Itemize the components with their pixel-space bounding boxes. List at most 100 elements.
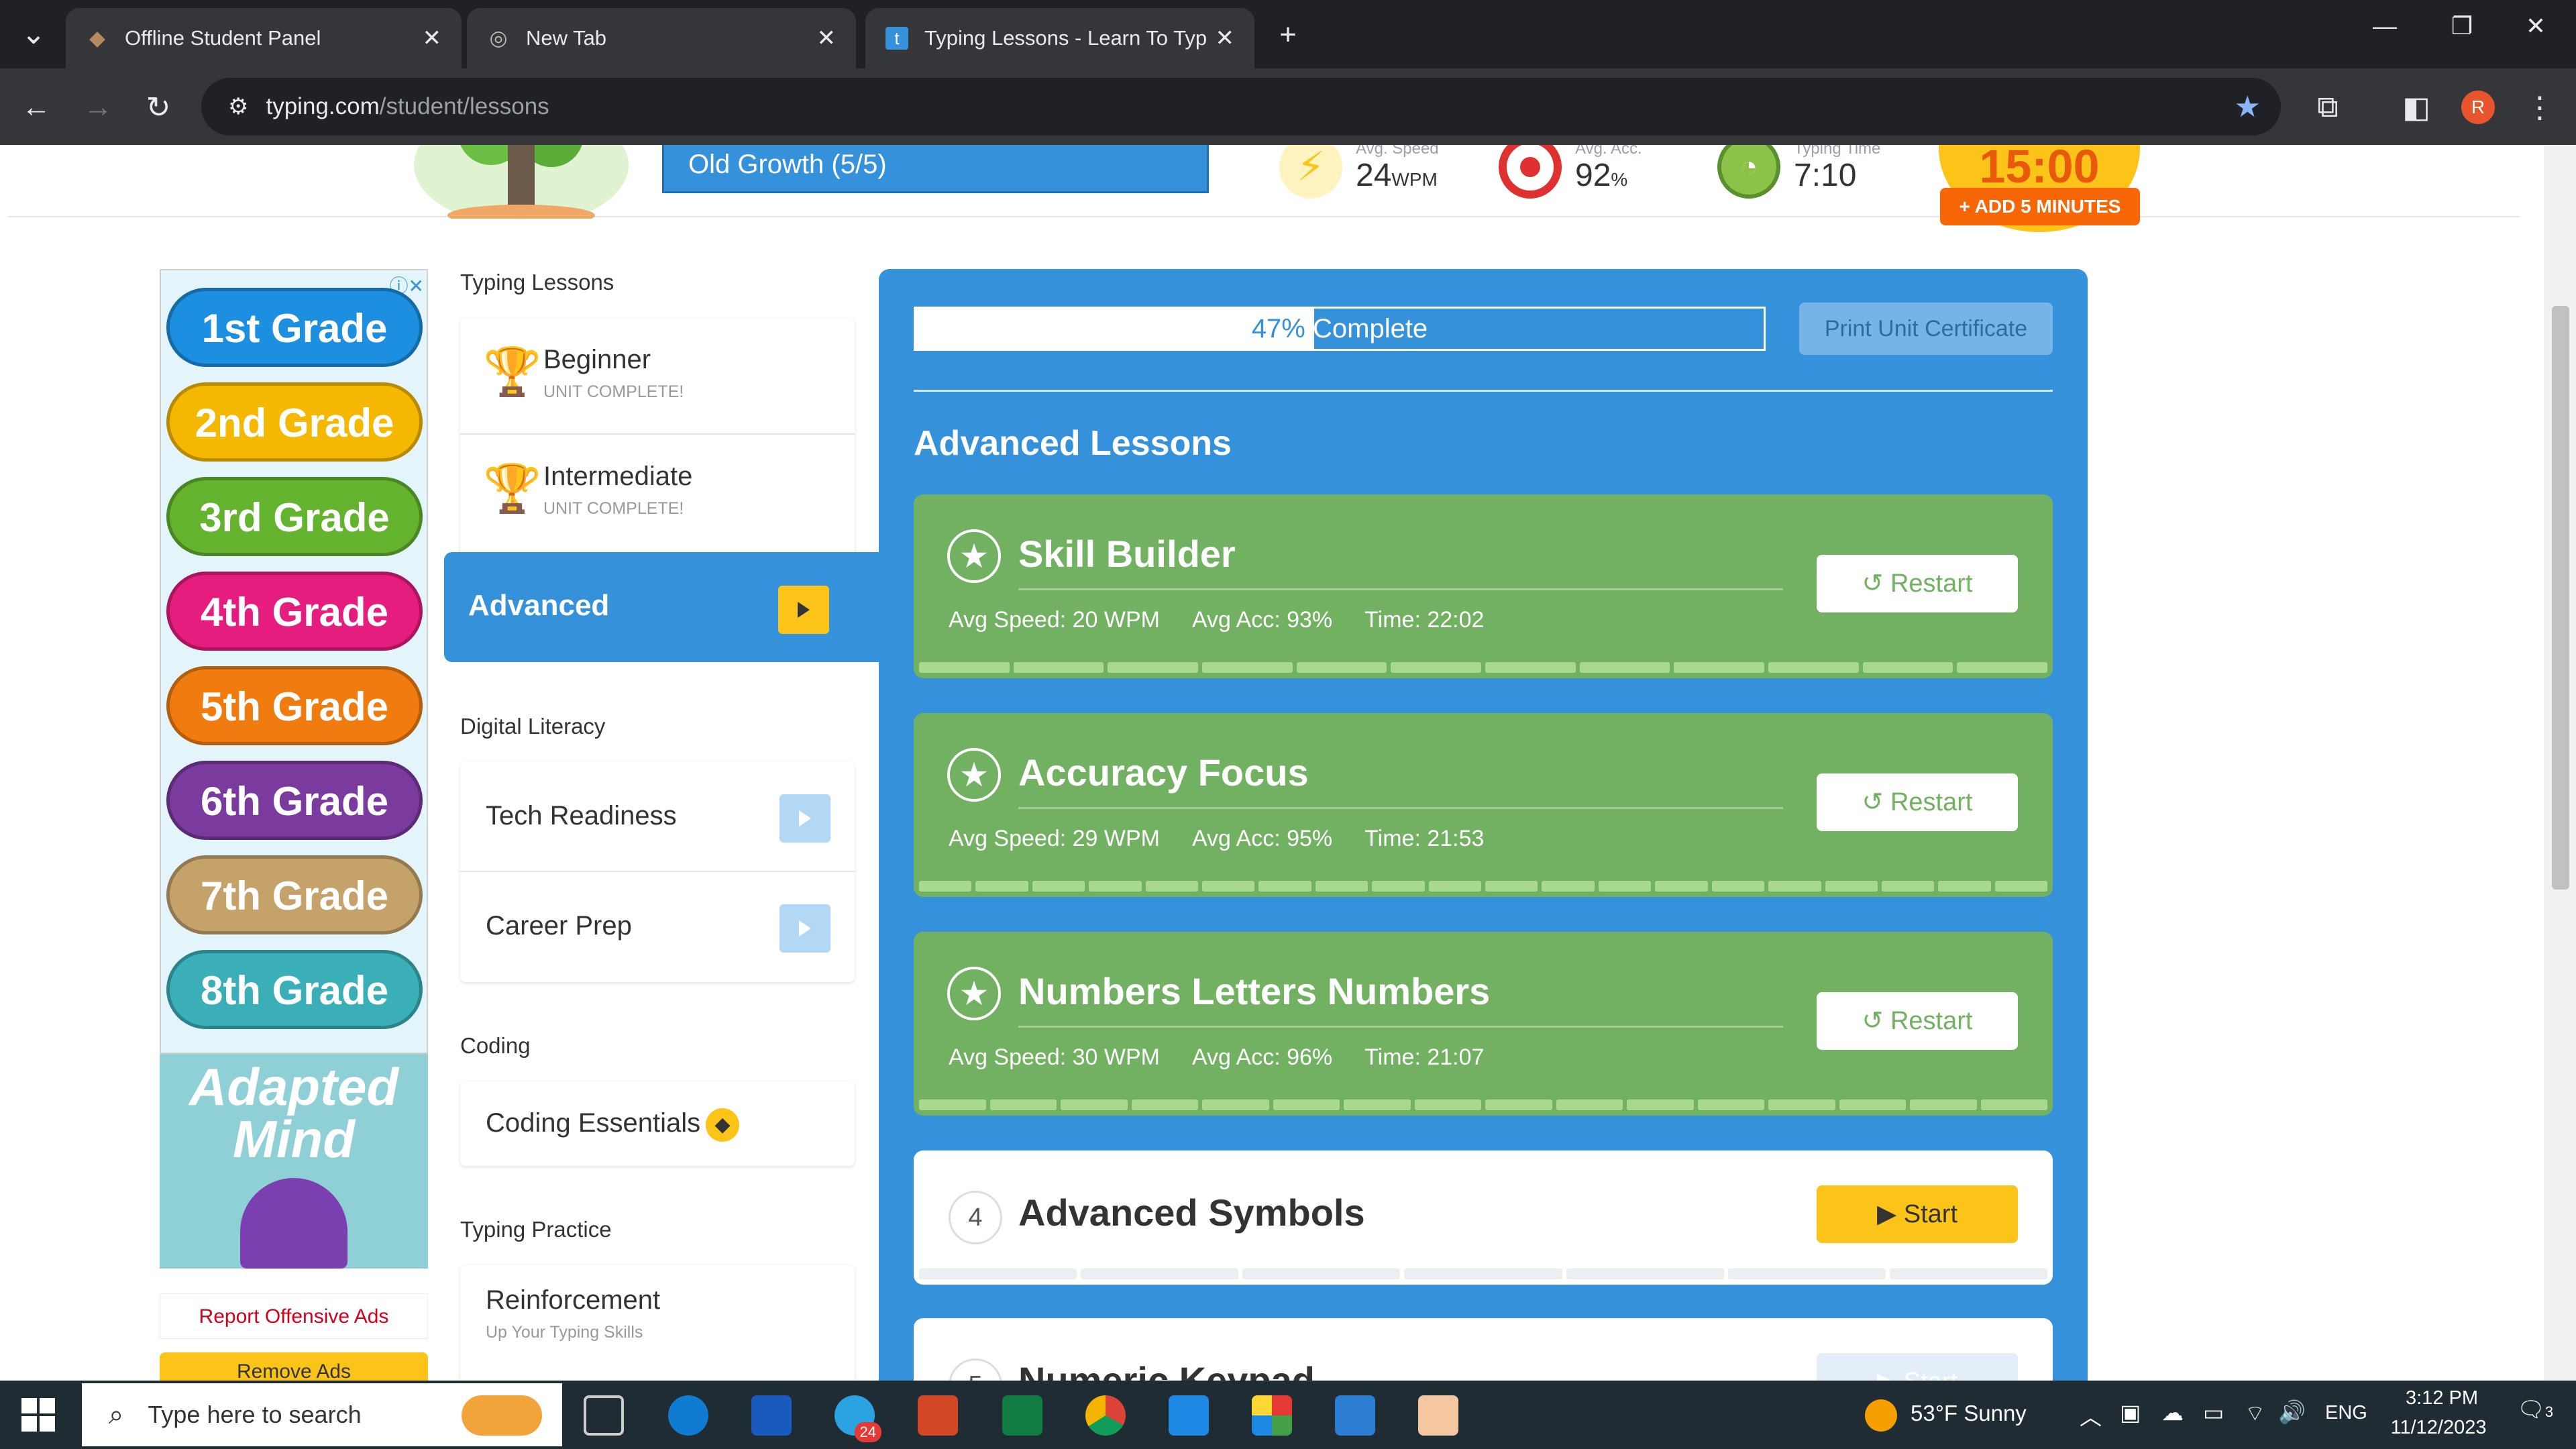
bookmark-star-icon[interactable]: ★ bbox=[2235, 90, 2261, 124]
browser-toolbar: ← → ↻ ⚙ typing.com/student/lessons ★ ⧉ ◧… bbox=[0, 68, 2576, 145]
tray-chevron-icon[interactable]: ︿ bbox=[2080, 1399, 2102, 1432]
new-tab-icon[interactable]: + bbox=[1268, 15, 1308, 55]
tab-offline-student-panel[interactable]: ◆ Offline Student Panel ✕ bbox=[66, 8, 462, 68]
tab-new-tab[interactable]: ◎ New Tab ✕ bbox=[467, 8, 856, 68]
meet-now-icon[interactable]: ▣ bbox=[2120, 1399, 2141, 1426]
stat-label: Avg. Speed bbox=[1356, 145, 1439, 158]
grade-ad-pill[interactable]: 7th Grade bbox=[166, 855, 423, 934]
lesson-acc: Avg Acc: 95% bbox=[1191, 826, 1333, 851]
lesson-speed: Avg Speed: 20 WPM bbox=[949, 607, 1160, 633]
stat-unit: % bbox=[1611, 168, 1628, 190]
close-tab-icon[interactable]: ✕ bbox=[1216, 25, 1235, 52]
site-info-icon[interactable]: ⚙ bbox=[228, 93, 248, 120]
report-ads-link[interactable]: Report Offensive Ads bbox=[160, 1293, 428, 1339]
telegram-icon[interactable]: 24 bbox=[835, 1395, 881, 1442]
nav-item-label: Coding Essentials bbox=[486, 1108, 701, 1138]
adapted-mind-ad[interactable]: Adapted Mind bbox=[160, 1054, 428, 1269]
nav-item-coding-essentials[interactable]: Coding Essentials ◆ bbox=[460, 1081, 855, 1166]
grade-ad-pill[interactable]: 6th Grade bbox=[166, 761, 423, 840]
grade-ad-banner[interactable]: ⓘ✕ 1st Grade 2nd Grade 3rd Grade 4th Grade 5… bbox=[160, 269, 428, 1054]
excel-icon[interactable] bbox=[1002, 1395, 1042, 1436]
chrome-icon[interactable] bbox=[1085, 1395, 1126, 1436]
restart-label: Restart bbox=[1890, 788, 1973, 816]
nav-item-tech-readiness[interactable]: Tech Readiness bbox=[460, 762, 855, 872]
calendar-icon[interactable] bbox=[1169, 1395, 1209, 1436]
onedrive-icon[interactable]: ☁ bbox=[2161, 1399, 2184, 1426]
grade-ad-pill[interactable]: 3rd Grade bbox=[166, 477, 423, 556]
grade-ad-pill[interactable]: 5th Grade bbox=[166, 666, 423, 745]
lesson-card[interactable]: 5 Numeric Keypad ▶ Start bbox=[914, 1318, 2053, 1381]
lesson-time: Time: 21:07 bbox=[1364, 1044, 1485, 1070]
back-icon[interactable]: ← bbox=[16, 87, 56, 127]
print-certificate-button[interactable]: Print Unit Certificate bbox=[1799, 303, 2053, 355]
weather-text[interactable]: 53°F Sunny bbox=[1911, 1401, 2027, 1426]
start-button[interactable]: ▶ Start bbox=[1817, 1185, 2018, 1243]
edge-icon[interactable] bbox=[668, 1395, 708, 1436]
restart-icon: ↺ bbox=[1862, 570, 1890, 598]
start-button[interactable]: ▶ Start bbox=[1817, 1353, 2018, 1381]
windows-taskbar: ⌕ Type here to search 24 53°F Sunny ︿ ▣ … bbox=[0, 1381, 2576, 1449]
reload-icon[interactable]: ↻ bbox=[138, 87, 178, 127]
star-icon: ★ bbox=[947, 529, 1001, 583]
grade-ad-pill[interactable]: 1st Grade bbox=[166, 288, 423, 367]
wifi-icon[interactable]: ⌔ bbox=[2245, 1399, 2265, 1427]
avg-speed-stat: ⚡ Avg. Speed 24WPM bbox=[1279, 145, 1439, 199]
notifications-icon[interactable]: 🗨3 bbox=[2517, 1397, 2553, 1423]
address-bar[interactable]: ⚙ typing.com/student/lessons ★ bbox=[201, 78, 2281, 136]
lesson-card[interactable]: ★ Accuracy Focus Avg Speed: 29 WPM Avg Ac… bbox=[914, 713, 2053, 897]
nav-item-beginner[interactable]: 🏆 Beginner UNIT COMPLETE! bbox=[460, 318, 855, 435]
extensions-icon[interactable]: ⧉ bbox=[2308, 87, 2348, 127]
stats-header: Old Growth (5/5) ⚡ Avg. Speed 24WPM Avg.… bbox=[8, 145, 2520, 232]
forward-icon[interactable]: → bbox=[78, 87, 118, 127]
clock-date[interactable]: 11/12/2023 bbox=[2378, 1417, 2499, 1439]
add-minutes-button[interactable]: + ADD 5 MINUTES bbox=[1940, 188, 2140, 225]
lightning-icon: ⚡ bbox=[1279, 145, 1342, 199]
powerpoint-icon[interactable] bbox=[918, 1395, 958, 1436]
close-tab-icon[interactable]: ✕ bbox=[423, 25, 442, 52]
nav-item-career-prep[interactable]: Career Prep bbox=[460, 872, 855, 982]
grade-ad-pill[interactable]: 4th Grade bbox=[166, 572, 423, 651]
clock-time[interactable]: 3:12 PM bbox=[2388, 1387, 2496, 1409]
restore-icon[interactable]: ❐ bbox=[2428, 12, 2496, 40]
word-icon[interactable] bbox=[751, 1395, 792, 1436]
task-view-icon[interactable] bbox=[584, 1395, 624, 1436]
play-icon: ▶ bbox=[1876, 1200, 1904, 1228]
nav-item-reinforcement[interactable]: Reinforcement Up Your Typing Skills bbox=[460, 1265, 855, 1381]
lesson-speed: Avg Speed: 30 WPM bbox=[949, 1044, 1160, 1070]
restart-button[interactable]: ↺ Restart bbox=[1817, 773, 2018, 831]
restart-label: Restart bbox=[1890, 1007, 1973, 1035]
grade-ad-pill[interactable]: 2nd Grade bbox=[166, 382, 423, 462]
tab-title: New Tab bbox=[526, 26, 607, 50]
menu-icon[interactable]: ⋮ bbox=[2520, 87, 2560, 127]
close-tab-icon[interactable]: ✕ bbox=[817, 25, 837, 52]
nav-item-intermediate[interactable]: 🏆 Intermediate UNIT COMPLETE! bbox=[460, 435, 855, 551]
scroll-thumb[interactable] bbox=[2552, 306, 2569, 890]
nav-item-advanced[interactable]: Advanced bbox=[444, 552, 880, 662]
page-scrollbar[interactable] bbox=[2544, 145, 2576, 1381]
tab-typing-lessons[interactable]: t Typing Lessons - Learn To Type ✕ bbox=[865, 8, 1254, 68]
side-panel-icon[interactable]: ◧ bbox=[2396, 87, 2436, 127]
lesson-card[interactable]: 4 Advanced Symbols ▶ Start bbox=[914, 1150, 2053, 1285]
play-icon[interactable] bbox=[780, 794, 830, 843]
restart-button[interactable]: ↺ Restart bbox=[1817, 555, 2018, 612]
close-window-icon[interactable]: ✕ bbox=[2502, 12, 2569, 40]
windows-start-icon[interactable] bbox=[21, 1398, 55, 1432]
restart-button[interactable]: ↺ Restart bbox=[1817, 992, 2018, 1050]
play-icon[interactable] bbox=[778, 586, 829, 634]
lesson-card[interactable]: ★ Skill Builder Avg Speed: 20 WPM Avg Acc… bbox=[914, 494, 2053, 678]
profile-avatar[interactable]: R bbox=[2458, 87, 2498, 127]
battery-icon[interactable]: ▭ bbox=[2203, 1399, 2224, 1426]
lesson-card[interactable]: ★ Numbers Letters Numbers Avg Speed: 30 … bbox=[914, 932, 2053, 1116]
app-icon[interactable] bbox=[1418, 1395, 1458, 1436]
taskbar-search[interactable]: ⌕ Type here to search bbox=[82, 1383, 562, 1446]
vscode-icon[interactable] bbox=[1335, 1395, 1375, 1436]
grade-ad-pill[interactable]: 8th Grade bbox=[166, 950, 423, 1029]
minimize-icon[interactable]: — bbox=[2351, 12, 2418, 40]
lesson-acc: Avg Acc: 96% bbox=[1191, 1044, 1333, 1070]
language-indicator[interactable]: ENG bbox=[2325, 1402, 2367, 1424]
tab-search-icon[interactable]: ⌄ bbox=[13, 13, 54, 54]
play-icon[interactable] bbox=[780, 904, 830, 953]
remove-ads-button[interactable]: Remove Ads bbox=[160, 1352, 428, 1381]
paint-icon[interactable] bbox=[1252, 1395, 1292, 1436]
volume-icon[interactable]: 🔊 bbox=[2278, 1399, 2306, 1426]
